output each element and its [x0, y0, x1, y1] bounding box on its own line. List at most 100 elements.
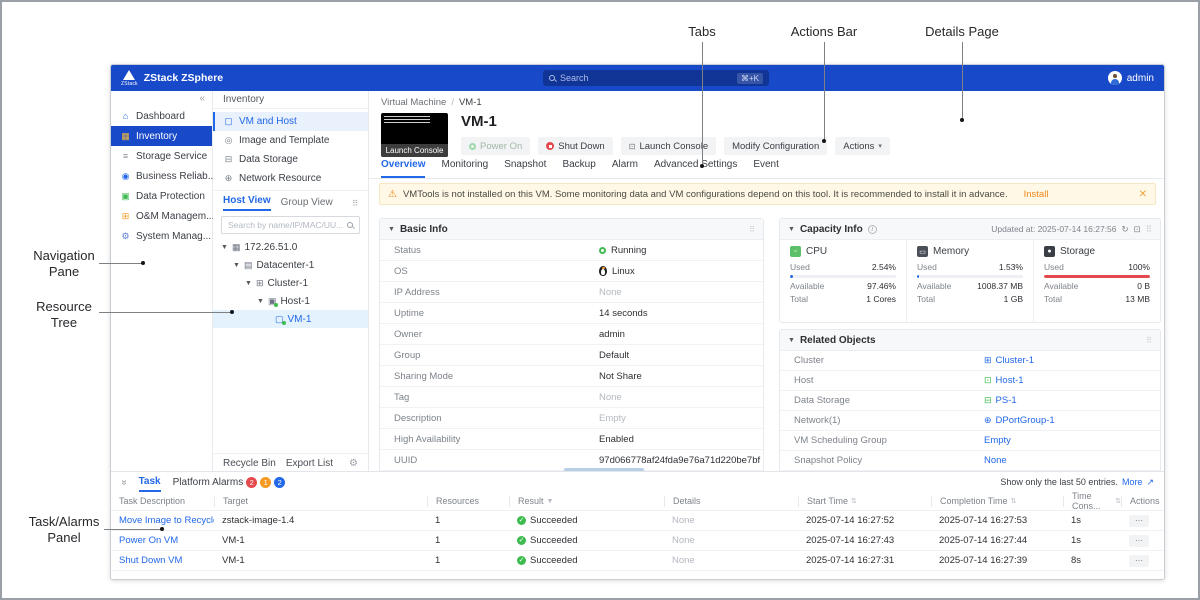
- related-objects-panel: ▼ Related Objects ⠿ Cluster⊞Cluster-1 Ho…: [779, 329, 1161, 473]
- sidebar-item-system-management[interactable]: ⚙ System Manag...: [111, 226, 212, 246]
- breadcrumb-separator: /: [451, 97, 454, 108]
- console-preview: [384, 116, 430, 124]
- task-description-link[interactable]: Shut Down VM: [119, 555, 182, 566]
- storage-icon: ⊟: [223, 154, 234, 165]
- more-link[interactable]: More: [1122, 477, 1143, 487]
- power-on-icon: [469, 143, 476, 150]
- sidebar-item-storage-service[interactable]: ≡ Storage Service: [111, 146, 212, 166]
- tree-search-input[interactable]: Search by name/IP/MAC/UU...: [221, 216, 360, 234]
- breadcrumb-root[interactable]: Virtual Machine: [381, 97, 446, 108]
- annotation-dot: [960, 118, 964, 122]
- memory-meter: ▭Memory Used1.53% Available1008.37 MB To…: [906, 240, 1033, 323]
- basic-info-panel: ▼ Basic Info ⠿ StatusRunning OSLinux IP …: [379, 218, 764, 473]
- host-link[interactable]: ⊡Host-1: [984, 375, 1024, 386]
- capacity-info-header: ▼ Capacity Info i Updated at: 2025-07-14…: [780, 219, 1160, 240]
- nav-collapse-button[interactable]: «: [111, 91, 212, 106]
- sidebar-item-inventory[interactable]: ▦ Inventory: [111, 126, 212, 146]
- row-actions-button[interactable]: ⋯: [1129, 515, 1149, 527]
- network-link[interactable]: ⊕DPortGroup-1: [984, 415, 1055, 426]
- menu-item-network-resource[interactable]: ⊕ Network Resource: [213, 169, 368, 188]
- caret-down-icon[interactable]: ▼: [221, 244, 228, 251]
- vm-icon: ▢: [275, 314, 284, 325]
- global-search-input[interactable]: Search ⌘+K: [543, 70, 769, 86]
- menu-item-vm-and-host[interactable]: ▢ VM and Host: [213, 112, 368, 131]
- drag-handle-icon[interactable]: ⠿: [1146, 336, 1152, 345]
- tab-platform-alarms[interactable]: Platform Alarms 2 1 2: [173, 472, 286, 492]
- tree-node-vm[interactable]: ▢ VM-1: [213, 310, 368, 328]
- caret-down-icon[interactable]: ▼: [233, 262, 240, 269]
- tab-alarm[interactable]: Alarm: [612, 159, 638, 178]
- layout-toggle-icon[interactable]: ⠿: [352, 199, 358, 211]
- warning-icon: ⚠: [388, 189, 397, 200]
- drag-handle-icon[interactable]: ⠿: [1146, 224, 1152, 235]
- shut-down-button[interactable]: Shut Down: [538, 137, 612, 155]
- modify-configuration-button[interactable]: Modify Configuration: [724, 137, 827, 155]
- data-storage-link[interactable]: ⊟PS-1: [984, 395, 1017, 406]
- annotation-dot: [141, 261, 145, 265]
- export-list-link[interactable]: Export List: [286, 458, 333, 469]
- external-link-icon[interactable]: ↗: [1146, 477, 1154, 488]
- row-actions-button[interactable]: ⋯: [1129, 535, 1149, 547]
- caret-down-icon[interactable]: ▼: [788, 226, 795, 233]
- cpu-usage-bar: [790, 275, 896, 278]
- tab-monitoring[interactable]: Monitoring: [441, 159, 488, 178]
- tab-snapshot[interactable]: Snapshot: [504, 159, 546, 178]
- sidebar-item-data-protection[interactable]: ▣ Data Protection: [111, 186, 212, 206]
- refresh-icon[interactable]: ↻: [1122, 224, 1129, 235]
- brand-title: ZStack ZSphere: [144, 72, 223, 84]
- tree-node-datacenter[interactable]: ▼ ▤ Datacenter-1: [213, 256, 368, 274]
- actions-dropdown-button[interactable]: Actions ▾: [835, 137, 890, 155]
- sidebar-item-business-reliability[interactable]: ◉ Business Reliab...: [111, 166, 212, 186]
- tree-node-label: 172.26.51.0: [244, 242, 297, 253]
- power-on-button[interactable]: Power On: [461, 137, 530, 155]
- sort-icon[interactable]: ⇅: [851, 497, 857, 505]
- tree-node-cluster[interactable]: ▼ ⊞ Cluster-1: [213, 274, 368, 292]
- sidebar-item-dashboard[interactable]: ⌂ Dashboard: [111, 106, 212, 126]
- menu-item-image-and-template[interactable]: ◎ Image and Template: [213, 131, 368, 150]
- tab-task[interactable]: Task: [139, 472, 161, 492]
- column-resources: Resources: [427, 496, 509, 507]
- tree-node-host[interactable]: ▼ ▣ Host-1: [213, 292, 368, 310]
- task-description-link[interactable]: Power On VM: [119, 535, 178, 546]
- cluster-link[interactable]: ⊞Cluster-1: [984, 355, 1034, 366]
- user-menu[interactable]: admin: [1108, 71, 1154, 85]
- tree-node-management-ip[interactable]: ▼ ▦ 172.26.51.0: [213, 238, 368, 256]
- console-thumbnail[interactable]: Launch Console: [381, 113, 448, 157]
- panel-title: Capacity Info: [800, 224, 863, 235]
- host-icon: ⊡: [984, 375, 992, 386]
- tab-backup[interactable]: Backup: [562, 159, 595, 178]
- monitor-icon: ▢: [223, 116, 234, 127]
- caret-down-icon[interactable]: ▼: [388, 226, 395, 233]
- app-window: ZStack ZStack ZSphere Search ⌘+K admin «…: [110, 64, 1165, 580]
- close-icon[interactable]: ✕: [1139, 189, 1147, 200]
- caret-down-icon[interactable]: ▼: [257, 298, 264, 305]
- task-description-link[interactable]: Move Image to Recycle ...: [119, 515, 214, 526]
- column-time-consumed[interactable]: Time Cons...⇅: [1063, 496, 1121, 507]
- filter-icon[interactable]: ▼: [547, 498, 554, 505]
- sidebar-item-om-management[interactable]: ⊞ O&M Managem...: [111, 206, 212, 226]
- tab-group-view[interactable]: Group View: [281, 197, 333, 211]
- app-body: « ⌂ Dashboard ▦ Inventory ≡ Storage Serv…: [111, 91, 1164, 473]
- tab-event[interactable]: Event: [753, 159, 779, 178]
- drag-handle-icon[interactable]: ⠿: [749, 225, 755, 234]
- search-placeholder: Search: [560, 73, 732, 83]
- caret-down-icon[interactable]: ▼: [245, 280, 252, 287]
- column-result[interactable]: Result▼: [509, 496, 664, 507]
- tree-search-placeholder: Search by name/IP/MAC/UU...: [228, 220, 343, 230]
- column-completion-time[interactable]: Completion Time⇅: [931, 496, 1063, 507]
- caret-down-icon[interactable]: ▼: [788, 337, 795, 344]
- expand-icon[interactable]: ⊡: [1134, 224, 1141, 235]
- datacenter-icon: ▤: [244, 260, 253, 271]
- column-start-time[interactable]: Start Time⇅: [798, 496, 931, 507]
- row-actions-button[interactable]: ⋯: [1129, 555, 1149, 567]
- collapse-panel-icon[interactable]: »: [118, 479, 129, 485]
- menu-item-data-storage[interactable]: ⊟ Data Storage: [213, 150, 368, 169]
- recycle-bin-link[interactable]: Recycle Bin: [223, 458, 276, 469]
- tab-host-view[interactable]: Host View: [223, 195, 271, 211]
- gear-icon[interactable]: ⚙: [349, 458, 358, 469]
- sort-icon[interactable]: ⇅: [1011, 497, 1017, 505]
- tab-advanced-settings[interactable]: Advanced Settings: [654, 159, 737, 178]
- page-title: VM-1: [461, 113, 890, 130]
- install-link[interactable]: Install: [1024, 189, 1049, 200]
- tab-overview[interactable]: Overview: [381, 159, 425, 178]
